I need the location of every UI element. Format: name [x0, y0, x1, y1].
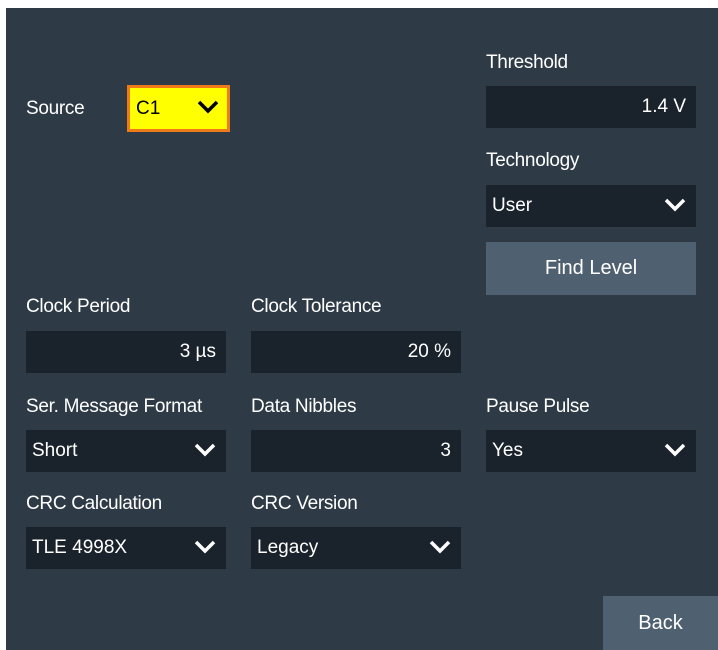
source-value: C1 [136, 98, 161, 119]
crc-version-value: Legacy [257, 537, 319, 558]
crc-calculation-label: CRC Calculation [26, 493, 162, 514]
threshold-label: Threshold [486, 52, 568, 73]
technology-value: User [492, 195, 533, 216]
technology-select[interactable]: User [486, 185, 696, 227]
clock-tolerance-field[interactable]: 20 % [251, 331, 461, 373]
clock-tolerance-label: Clock Tolerance [251, 296, 382, 317]
chevron-down-icon [664, 442, 686, 458]
pause-pulse-select[interactable]: Yes [486, 430, 696, 472]
source-label: Source [26, 98, 85, 119]
settings-panel: Source C1 Threshold 1.4 V Technology Use… [6, 8, 718, 650]
ser-message-format-label: Ser. Message Format [26, 396, 202, 417]
chevron-down-icon [194, 442, 216, 458]
clock-period-label: Clock Period [26, 296, 131, 317]
clock-period-field[interactable]: 3 µs [26, 331, 226, 373]
crc-version-label: CRC Version [251, 493, 358, 514]
crc-calculation-select[interactable]: TLE 4998X [26, 527, 226, 569]
data-nibbles-field[interactable]: 3 [251, 430, 461, 472]
pause-pulse-value: Yes [492, 440, 523, 461]
chevron-down-icon [664, 197, 686, 213]
ser-message-format-select[interactable]: Short [26, 430, 226, 472]
find-level-button[interactable]: Find Level [486, 242, 696, 295]
chevron-down-icon [194, 539, 216, 555]
chevron-down-icon [197, 99, 219, 115]
source-select[interactable]: C1 [127, 85, 230, 132]
technology-label: Technology [486, 150, 580, 171]
data-nibbles-label: Data Nibbles [251, 396, 357, 417]
chevron-down-icon [429, 539, 451, 555]
back-button[interactable]: Back [603, 596, 718, 650]
pause-pulse-label: Pause Pulse [486, 396, 590, 417]
ser-message-format-value: Short [32, 440, 78, 461]
crc-calculation-value: TLE 4998X [32, 537, 128, 558]
crc-version-select[interactable]: Legacy [251, 527, 461, 569]
threshold-field[interactable]: 1.4 V [486, 86, 696, 128]
